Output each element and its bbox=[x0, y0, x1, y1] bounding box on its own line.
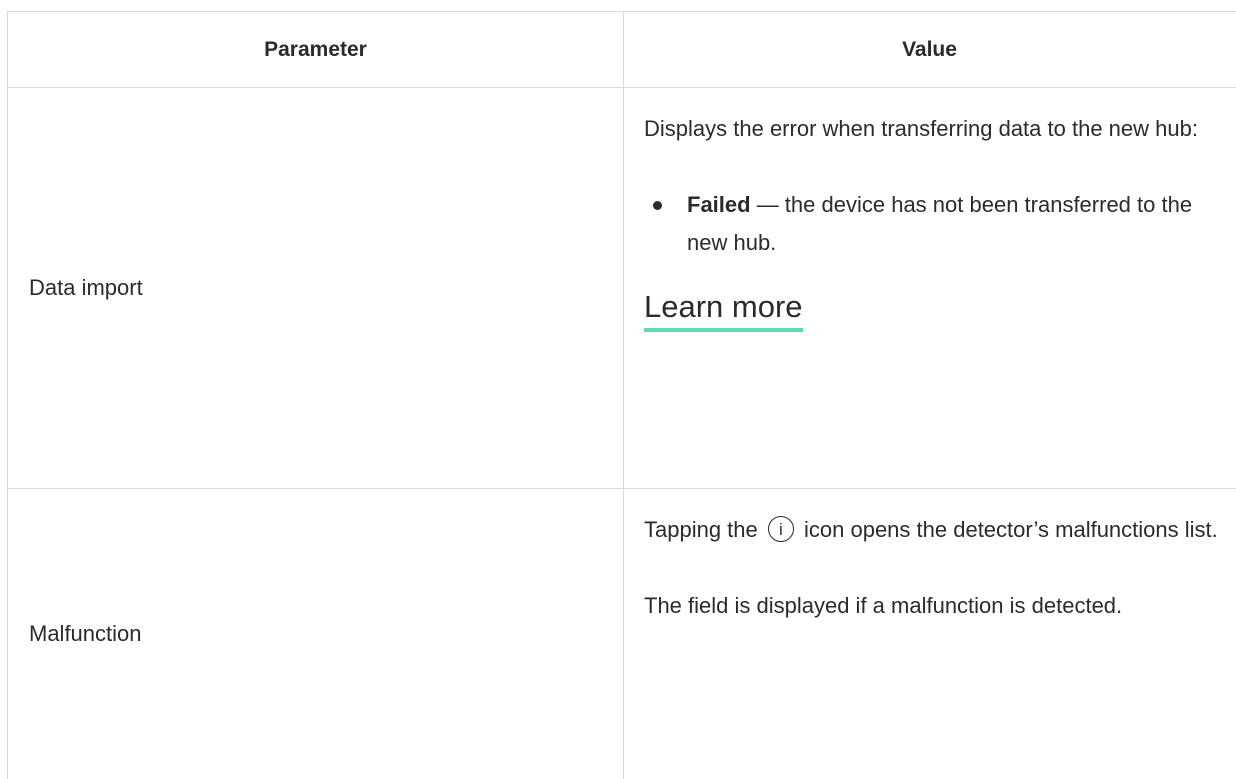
text-after-icon: icon opens the detector’s malfunctions l… bbox=[797, 517, 1218, 542]
value-cell: Displays the error when transferring dat… bbox=[624, 88, 1236, 488]
learn-more-link[interactable]: Learn more bbox=[644, 288, 803, 332]
value-intro: Displays the error when transferring dat… bbox=[644, 116, 1198, 141]
bullet-term: Failed bbox=[687, 192, 751, 217]
info-circle-icon: i bbox=[767, 516, 794, 543]
table-header-row: Parameter Value bbox=[7, 11, 1236, 88]
bullet-list: Failed — the device has not been transfe… bbox=[644, 186, 1223, 262]
parameter-name: Malfunction bbox=[7, 489, 624, 779]
text-before-icon: Tapping the bbox=[644, 517, 758, 542]
bullet-dot-icon bbox=[653, 201, 662, 210]
table-row-malfunction: Malfunction Tapping the i icon opens the… bbox=[7, 489, 1236, 779]
value-note: The field is displayed if a malfunction … bbox=[644, 593, 1123, 618]
header-parameter: Parameter bbox=[7, 12, 624, 87]
header-value: Value bbox=[902, 37, 957, 61]
parameter-name: Data import bbox=[7, 88, 624, 488]
value-description: Tapping the i icon opens the detector’s … bbox=[644, 511, 1223, 549]
parameter-table: Parameter Value Data import Displays the… bbox=[7, 11, 1236, 779]
table-row-data-import: Data import Displays the error when tran… bbox=[7, 88, 1236, 489]
value-cell: Tapping the i icon opens the detector’s … bbox=[624, 489, 1236, 779]
list-item: Failed — the device has not been transfe… bbox=[644, 186, 1223, 262]
bullet-description: — the device has not been transferred to… bbox=[687, 192, 1193, 255]
